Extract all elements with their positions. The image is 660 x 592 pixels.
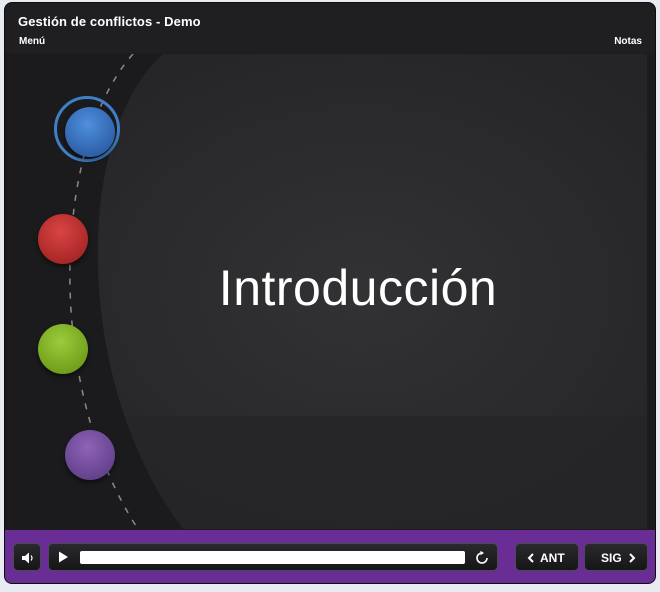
menu-button[interactable]: Menú: [19, 36, 45, 47]
chevron-left-icon: [527, 553, 534, 563]
next-button[interactable]: SIG: [584, 543, 648, 571]
playback-group: [48, 543, 498, 571]
slide-area: Introducción: [13, 54, 647, 529]
play-icon[interactable]: [56, 551, 70, 563]
title-bar: Gestión de conflictos - Demo Menú Notas: [5, 3, 655, 53]
slide-dot-green[interactable]: [38, 324, 88, 374]
control-bar: ANT SIG: [5, 530, 655, 583]
replay-icon[interactable]: [474, 550, 490, 566]
seek-bar[interactable]: [80, 551, 465, 564]
volume-button[interactable]: [13, 543, 41, 571]
slide-dot-blue[interactable]: [65, 107, 115, 157]
slide-heading: Introducción: [218, 260, 498, 316]
course-title: Gestión de conflictos - Demo: [18, 14, 201, 29]
slide-dot-red[interactable]: [38, 214, 88, 264]
slide-dot-purple[interactable]: [65, 430, 115, 480]
speaker-icon: [22, 552, 33, 564]
player-window: Gestión de conflictos - Demo Menú Notas …: [5, 3, 655, 583]
chevron-right-icon: [629, 553, 636, 563]
prev-button[interactable]: ANT: [515, 543, 579, 571]
next-label: SIG: [601, 551, 622, 565]
prev-label: ANT: [540, 551, 565, 565]
notes-button[interactable]: Notas: [614, 36, 642, 47]
